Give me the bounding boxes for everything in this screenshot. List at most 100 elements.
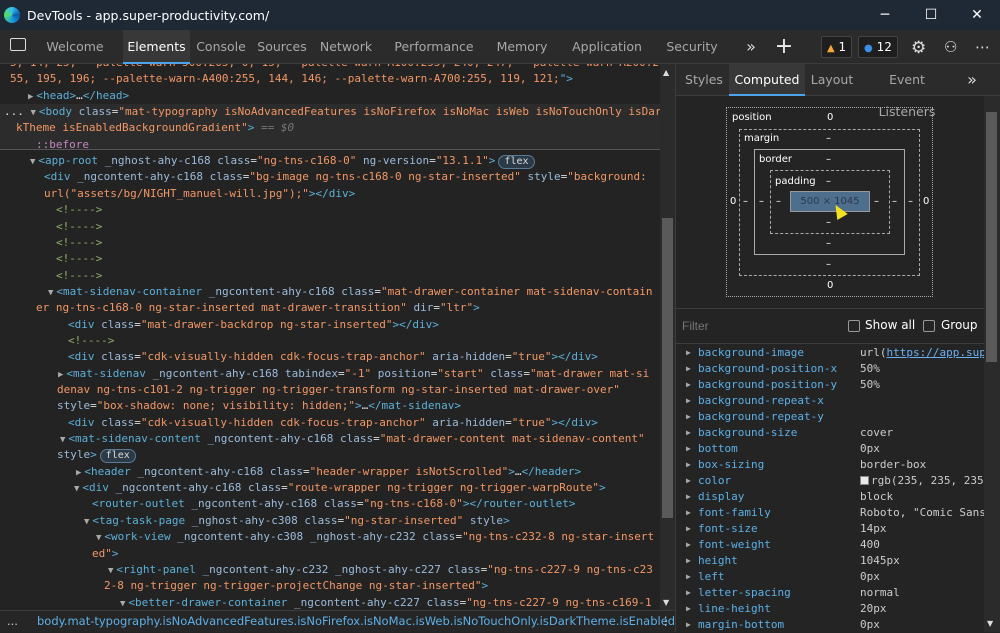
expand-arrow-icon[interactable]: ▶ [686,377,691,393]
margin-left[interactable]: – [743,196,748,207]
dom-node-line[interactable]: 5, 14, 25; --palette-warn-500:205, 0, 15… [0,64,660,71]
tab-network[interactable]: Network [316,30,376,64]
maximize-button[interactable]: ☐ [908,0,954,30]
group-checkbox[interactable] [923,320,935,332]
scroll-down-arrow-icon[interactable]: ▼ [663,598,669,607]
expand-arrow-icon[interactable]: ▶ [58,370,63,380]
tab-computed[interactable]: Computed [729,64,805,96]
tab-elements[interactable]: Elements [123,30,190,64]
dom-node-line[interactable]: ... ▼ <body class="mat-typography isNoAdv… [0,104,660,121]
feedback-icon[interactable]: ⚇ [944,38,957,56]
dom-node-line[interactable]: url("assets/bg/NIGHT_manuel-will.jpg");"… [0,186,660,202]
dom-node-line[interactable]: <div class="cdk-visually-hidden cdk-focu… [0,415,660,431]
collapse-arrow-icon[interactable]: ▼ [74,484,79,494]
dom-node-line[interactable]: ▼ <mat-sidenav-container _ngcontent-ahy-c… [0,284,660,300]
show-all-checkbox[interactable] [848,320,860,332]
dom-node-line[interactable]: <!----> [0,268,660,284]
expand-arrow-icon[interactable]: ▶ [686,457,691,473]
expand-arrow-icon[interactable]: ▶ [28,92,33,102]
more-sidebar-tabs-button[interactable]: » [964,64,980,96]
computed-property-row[interactable]: ▶ bottom 0px [676,441,984,457]
computed-property-row[interactable]: ▶ display block [676,489,984,505]
border-top[interactable]: – [826,154,831,165]
collapse-arrow-icon[interactable]: ▼ [120,599,125,609]
position-right[interactable]: 0 [923,196,929,207]
tab-application[interactable]: Application [570,30,644,64]
tab-memory[interactable]: Memory [493,30,551,64]
property-link[interactable]: https://app.super-productivity.com/ [887,346,985,359]
expand-arrow-icon[interactable]: ▶ [686,553,691,569]
expand-arrow-icon[interactable]: ▶ [686,521,691,537]
expand-arrow-icon[interactable]: ▶ [686,345,691,361]
collapse-arrow-icon[interactable]: ▼ [31,108,36,118]
margin-bottom[interactable]: – [826,259,831,270]
computed-property-row[interactable]: ▶ height 1045px [676,553,984,569]
color-swatch[interactable] [860,476,869,485]
padding-left[interactable]: – [776,196,781,207]
dom-node-line[interactable]: ▶ <head>…</head> [0,88,660,104]
expand-arrow-icon[interactable]: ▶ [686,585,691,601]
settings-gear-icon[interactable]: ⚙ [911,38,926,58]
margin-top[interactable]: – [826,133,831,144]
breadcrumb-item[interactable]: body.mat-typography.isNoAdvancedFeatures… [37,611,675,632]
expand-arrow-icon[interactable]: ▶ [76,468,81,478]
breadcrumb-more[interactable]: ⋮ [660,611,672,632]
border-left[interactable]: – [759,196,764,207]
padding-bottom[interactable]: – [826,217,831,228]
padding-right[interactable]: – [874,196,879,207]
expand-arrow-icon[interactable]: ▶ [686,537,691,553]
collapse-arrow-icon[interactable]: ▼ [84,517,89,527]
collapse-arrow-icon[interactable]: ▼ [96,533,101,543]
position-bottom[interactable]: 0 [827,280,833,291]
computed-property-row[interactable]: ▶ background-repeat-y [676,409,984,425]
dom-node-line[interactable]: ::before [0,137,660,153]
computed-property-row[interactable]: ▶ box-sizing border-box [676,457,984,473]
tab-event-listeners[interactable]: Event Listeners [866,64,948,119]
dom-node-line[interactable]: ▶ <mat-sidenav _ngcontent-ahy-c168 tabind… [0,366,660,382]
tab-security[interactable]: Security [664,30,720,64]
node-actions-ellipsis[interactable]: ... [4,105,31,118]
border-right[interactable]: – [892,196,897,207]
expand-arrow-icon[interactable]: ▶ [686,489,691,505]
expand-arrow-icon[interactable]: ▶ [686,601,691,617]
dom-node-line[interactable]: style="box-shadow: none; visibility: hid… [0,398,660,414]
border-bottom[interactable]: – [826,238,831,249]
margin-right[interactable]: – [908,196,913,207]
dom-node-line[interactable]: ▶ <header _ngcontent-ahy-c168 class="head… [0,464,660,480]
dom-node-line[interactable]: ▼ <tag-task-page _nghost-ahy-c308 class="… [0,513,660,529]
dom-node-line[interactable]: er ng-tns-c168-0 ng-star-inserted mat-dr… [0,300,660,316]
dom-node-line[interactable]: 55, 195, 196; --palette-warn-A400:255, 1… [0,71,660,87]
dom-node-line[interactable]: ▼ <div _ngcontent-ahy-c168 class="route-w… [0,480,660,496]
computed-property-row[interactable]: ▶ letter-spacing normal [676,585,984,601]
close-window-button[interactable]: ✕ [954,0,1000,30]
collapse-arrow-icon[interactable]: ▼ [108,566,113,576]
scroll-up-arrow-icon[interactable]: ▲ [663,68,669,77]
dom-node-line[interactable]: <!----> [0,202,660,218]
inspect-element-icon[interactable] [10,38,26,51]
dom-node-line[interactable]: ▼ <work-view _ngcontent-ahy-c308 _nghost-… [0,529,660,545]
filter-input[interactable] [682,317,832,335]
expand-arrow-icon[interactable]: ▶ [686,617,691,633]
computed-property-row[interactable]: ▶ font-family Roboto, "Comic Sans MS" [676,505,984,521]
position-top[interactable]: 0 [827,112,833,123]
dom-node-line[interactable]: <router-outlet _ngcontent-ahy-c168 class… [0,496,660,512]
tab-sources[interactable]: Sources [254,30,310,64]
collapse-arrow-icon[interactable]: ▼ [48,288,53,298]
position-left[interactable]: 0 [730,196,736,207]
dom-node-line[interactable]: ed"> [0,546,660,562]
dom-node-line[interactable]: ▼ <better-drawer-container _ngcontent-ahy… [0,595,660,610]
expand-arrow-icon[interactable]: ▶ [686,505,691,521]
expand-arrow-icon[interactable]: ▶ [686,409,691,425]
computed-property-row[interactable]: ▶ color rgb(235, 235, 235) [676,473,984,489]
dom-node-line[interactable]: style> flex [0,447,660,464]
dom-node-line[interactable]: <!----> [0,251,660,267]
expand-arrow-icon[interactable]: ▶ [686,569,691,585]
dom-node-line[interactable]: ▼ <mat-sidenav-content _ngcontent-ahy-c16… [0,431,660,447]
dom-node-line[interactable]: <div class="cdk-visually-hidden cdk-focu… [0,349,660,365]
warnings-badge[interactable]: ▲ 1 [821,36,853,58]
expand-arrow-icon[interactable]: ▶ [686,361,691,377]
dom-node-line[interactable]: <!----> [0,219,660,235]
computed-property-row[interactable]: ▶ font-size 14px [676,521,984,537]
computed-property-row[interactable]: ▶ background-image url(https://app.super-p… [676,345,984,361]
add-tab-button[interactable]: + [772,30,796,64]
